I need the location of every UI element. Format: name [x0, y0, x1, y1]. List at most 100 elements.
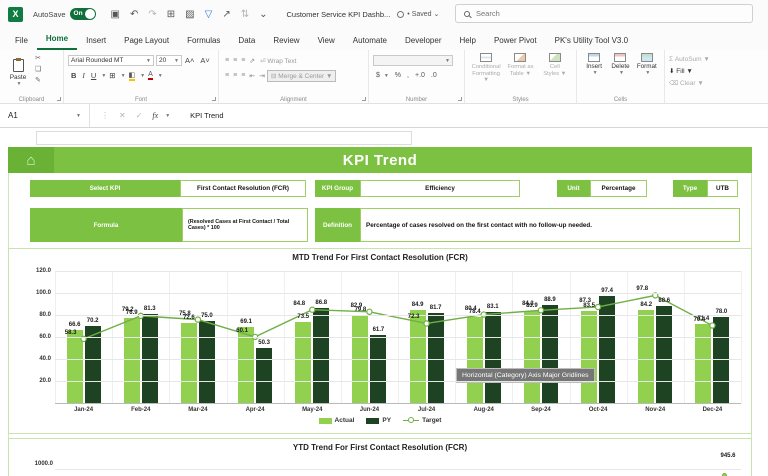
font-name-select[interactable]: Arial Rounded MT ▼	[68, 55, 154, 66]
cut-icon[interactable]: ✂	[35, 53, 41, 64]
borders-caret-icon[interactable]: ▼	[121, 73, 126, 79]
select-kpi-value[interactable]: First Contact Resolution (FCR)	[180, 180, 306, 197]
font-color-icon[interactable]: A	[148, 71, 153, 80]
gridline	[55, 293, 741, 294]
group-number: ▼ $ ▼ % , +.0 .0 Number	[369, 50, 465, 103]
filter-icon[interactable]: ▽	[205, 9, 213, 20]
currency-icon[interactable]: $ ▼	[376, 72, 389, 79]
fill-button[interactable]: ⬇ Fill ▼	[669, 65, 731, 77]
decrease-font-icon[interactable]: A˅	[200, 56, 209, 65]
increase-decimal-icon[interactable]: +.0	[415, 72, 425, 79]
formula-bar-caret-icon[interactable]: ▼	[165, 113, 170, 119]
delete-cells-button[interactable]: Delete ▼	[607, 53, 633, 93]
tab-pk-s-utility-tool-v3-0[interactable]: PK's Utility Tool V3.0	[546, 32, 637, 50]
increase-indent-icon[interactable]: ⇥	[259, 72, 265, 80]
tab-formulas[interactable]: Formulas	[178, 32, 229, 50]
legend-py[interactable]: PY	[366, 417, 391, 424]
comma-icon[interactable]: ,	[407, 72, 409, 79]
underline-button[interactable]: U	[91, 71, 96, 80]
format-caret-icon[interactable]: ▼	[645, 70, 650, 76]
tab-home[interactable]: Home	[36, 30, 78, 50]
x-axis	[55, 403, 741, 404]
tab-file[interactable]: File	[6, 32, 37, 50]
worksheet: ⌂ KPI Trend Select KPI First Contact Res…	[0, 128, 768, 476]
underline-caret-icon[interactable]: ▼	[101, 73, 106, 79]
align-left-icon[interactable]: ≡	[225, 72, 229, 79]
label-target-Apr-24: 60.1	[236, 327, 248, 334]
permissions-icon[interactable]	[397, 10, 405, 18]
undo-icon[interactable]: ↶	[130, 9, 138, 20]
percent-icon[interactable]: %	[395, 72, 401, 79]
tab-data[interactable]: Data	[229, 32, 264, 50]
decrease-indent-icon[interactable]: ⇤	[249, 72, 255, 80]
mtd-chart[interactable]: MTD Trend For First Contact Resolution (…	[8, 248, 752, 434]
align-right-icon[interactable]: ≡	[241, 72, 245, 79]
share-icon[interactable]: ↗	[222, 9, 230, 20]
insert-cells-button[interactable]: Insert ▼	[581, 53, 607, 93]
number-format-select: ▼	[373, 55, 453, 66]
dots-separator-icon[interactable]: ⋮	[101, 111, 109, 120]
saved-status[interactable]: • Saved ⌄	[407, 10, 439, 18]
tab-help[interactable]: Help	[450, 32, 484, 50]
legend-line-target	[403, 417, 420, 424]
save-icon[interactable]: ▣	[111, 9, 120, 20]
font-dialog-launcher[interactable]	[212, 97, 216, 101]
fill-color-icon[interactable]: ◧	[128, 71, 136, 81]
insert-caret-icon[interactable]: ▼	[593, 70, 598, 76]
bold-button[interactable]: B	[71, 71, 76, 80]
insert-cells-icon	[588, 53, 601, 62]
ytd-chart[interactable]: YTD Trend For First Contact Resolution (…	[8, 438, 752, 476]
tab-view[interactable]: View	[309, 32, 344, 50]
document-title[interactable]: Customer Service KPI Dashb...	[286, 10, 390, 19]
orientation-icon[interactable]: ⇗	[249, 57, 255, 65]
tab-review[interactable]: Review	[264, 32, 308, 50]
cell-styles-icon	[548, 53, 561, 62]
month-label-Sep-24: Sep-24	[531, 407, 551, 413]
borders-icon[interactable]: ⊞	[109, 71, 115, 80]
autosave-toggle[interactable]: On	[69, 8, 96, 20]
clipboard-dialog-launcher[interactable]	[57, 97, 61, 101]
format-cells-button[interactable]: Format ▼	[634, 53, 660, 93]
number-dialog-launcher[interactable]	[458, 97, 462, 101]
font-size-select[interactable]: 20 ▼	[156, 55, 182, 66]
qat-customize-icon[interactable]: ⌄	[259, 9, 267, 20]
cell-strip[interactable]	[36, 131, 412, 145]
tab-automate[interactable]: Automate	[344, 32, 396, 50]
legend-actual[interactable]: Actual	[318, 417, 354, 424]
table-icon[interactable]: ⊞	[167, 9, 175, 20]
insert-function-icon[interactable]: fx	[152, 111, 158, 120]
delete-caret-icon[interactable]: ▼	[619, 70, 624, 76]
format-as-table-button: Format as Table ▼	[503, 53, 537, 93]
type-label: Type	[673, 180, 707, 197]
delete-cells-icon	[614, 53, 627, 62]
format-painter-icon[interactable]: ✎	[35, 75, 41, 86]
alignment-dialog-launcher[interactable]	[362, 97, 366, 101]
legend-target[interactable]: Target	[403, 417, 441, 424]
format-cells-icon	[640, 53, 653, 62]
formula-bar-content[interactable]: KPI Trend	[190, 111, 223, 120]
month-label-May-24: May-24	[302, 407, 323, 413]
font-color-caret-icon[interactable]: ▼	[158, 73, 163, 79]
increase-font-icon[interactable]: A˄	[185, 56, 194, 65]
image-icon[interactable]: ▨	[185, 9, 194, 20]
name-box-caret-icon[interactable]: ▼	[76, 113, 81, 119]
fill-caret-icon[interactable]: ▼	[140, 73, 145, 79]
tab-developer[interactable]: Developer	[396, 32, 450, 50]
align-bottom-icon[interactable]: ≡	[241, 57, 245, 64]
excel-logo[interactable]: X	[8, 6, 23, 22]
name-box[interactable]: A1 ▼	[0, 104, 90, 127]
search-input[interactable]: Search	[455, 4, 753, 23]
copy-icon[interactable]: ❏	[35, 64, 41, 75]
tab-power-pivot[interactable]: Power Pivot	[485, 32, 546, 50]
paste-button[interactable]: Paste ▼	[4, 53, 32, 93]
kpi-group-value: Efficiency	[360, 180, 520, 197]
align-top-icon[interactable]: ≡	[225, 57, 229, 64]
align-center-icon[interactable]: ≡	[233, 72, 237, 79]
decrease-decimal-icon[interactable]: .0	[431, 72, 437, 79]
label-py-Nov-24: 88.6	[658, 297, 671, 304]
tab-insert[interactable]: Insert	[77, 32, 115, 50]
align-middle-icon[interactable]: ≡	[233, 57, 237, 64]
legend-label-py: PY	[382, 417, 392, 424]
tab-page-layout[interactable]: Page Layout	[115, 32, 178, 50]
italic-button[interactable]: I	[82, 71, 85, 80]
